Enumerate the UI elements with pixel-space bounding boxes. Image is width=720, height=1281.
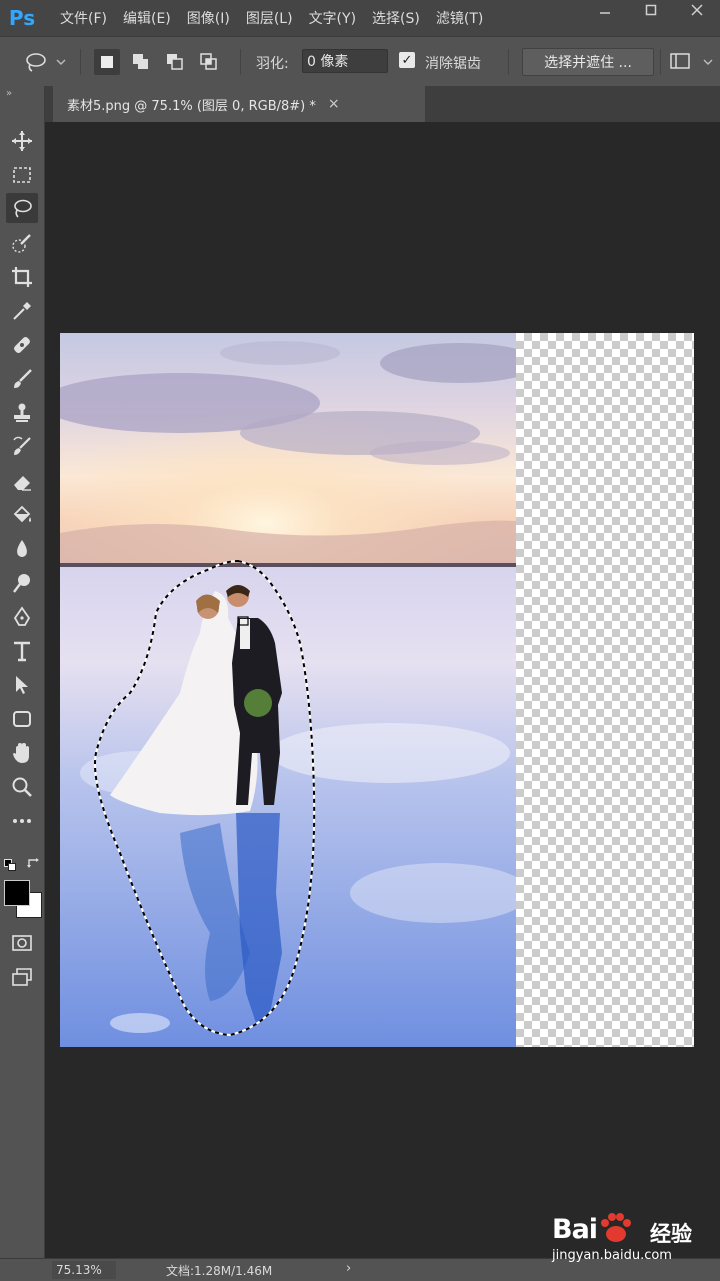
- dodge-tool-icon[interactable]: [6, 568, 38, 598]
- window-controls: [582, 0, 720, 20]
- lasso-cursor-icon: [237, 616, 249, 626]
- minimize-icon[interactable]: [582, 0, 628, 20]
- pen-tool-icon[interactable]: [6, 602, 38, 632]
- subtract-from-selection-button[interactable]: [162, 49, 188, 75]
- document-size-info: 文档:1.28M/1.46M: [166, 1264, 273, 1278]
- close-icon[interactable]: [674, 0, 720, 20]
- workspace-switcher[interactable]: [668, 51, 716, 77]
- menu-bar: Ps 文件(F) 编辑(E) 图像(I) 图层(L) 文字(Y) 选择(S) 滤…: [0, 0, 720, 36]
- paint-bucket-icon[interactable]: [6, 500, 38, 530]
- watermark-brand: Bai: [552, 1214, 598, 1245]
- separator: [80, 49, 81, 75]
- zoom-level-field[interactable]: 75.13%: [52, 1261, 116, 1279]
- type-tool-icon[interactable]: [6, 636, 38, 666]
- document-tab[interactable]: 素材5.png @ 75.1% (图层 0, RGB/8#) * ×: [53, 86, 425, 122]
- eyedropper-icon[interactable]: [6, 296, 38, 326]
- brush-tool-icon[interactable]: [6, 364, 38, 394]
- watermark-url: jingyan.baidu.com: [552, 1248, 672, 1263]
- menu-type[interactable]: 文字(Y): [309, 8, 356, 28]
- document-tab-bar: 素材5.png @ 75.1% (图层 0, RGB/8#) * ×: [45, 86, 720, 122]
- crop-tool-icon[interactable]: [6, 262, 38, 292]
- menu-image[interactable]: 图像(I): [187, 8, 230, 28]
- lasso-preset-icon: [26, 53, 66, 72]
- path-selection-icon[interactable]: [6, 670, 38, 700]
- photoshop-logo: Ps: [8, 6, 36, 30]
- healing-brush-icon[interactable]: [6, 330, 38, 360]
- more-tools-icon[interactable]: [6, 806, 38, 836]
- document-title: 素材5.png @ 75.1% (图层 0, RGB/8#) *: [67, 98, 316, 114]
- menu-edit[interactable]: 编辑(E): [123, 8, 171, 28]
- new-selection-button[interactable]: [94, 49, 120, 75]
- eraser-tool-icon[interactable]: [6, 466, 38, 496]
- panel-layout-icon: [670, 53, 713, 69]
- rectangle-tool-icon[interactable]: [6, 704, 38, 734]
- transparent-area: [516, 333, 694, 1047]
- feather-label: 羽化:: [256, 56, 289, 72]
- status-menu-arrow[interactable]: ›: [346, 1261, 351, 1276]
- rectangular-marquee-icon[interactable]: [6, 160, 38, 190]
- foreground-color-swatch[interactable]: [4, 880, 30, 906]
- tool-preset-picker[interactable]: [24, 51, 70, 77]
- antialias-label: 消除锯齿: [425, 56, 481, 72]
- default-colors-icon[interactable]: [4, 856, 16, 875]
- options-bar: 羽化: 0 像素 ✓ 消除锯齿 选择并遮住 ...: [0, 36, 720, 88]
- screen-mode-icon[interactable]: [6, 962, 38, 992]
- separator: [240, 49, 241, 75]
- move-tool-icon[interactable]: [6, 126, 38, 156]
- history-brush-icon[interactable]: [6, 432, 38, 462]
- blur-tool-icon[interactable]: [6, 534, 38, 564]
- swap-colors-icon[interactable]: [27, 856, 41, 875]
- separator: [508, 49, 509, 75]
- separator: [660, 49, 661, 75]
- baidu-paw-icon: [601, 1213, 631, 1242]
- intersect-selection-button[interactable]: [196, 49, 222, 75]
- baidu-jingyan-watermark: Bai 经验 jingyan.baidu.com: [552, 1212, 712, 1264]
- quick-mask-icon[interactable]: [6, 928, 38, 958]
- feather-input[interactable]: 0 像素: [302, 49, 388, 73]
- menu-layer[interactable]: 图层(L): [246, 8, 293, 28]
- lasso-tool-icon[interactable]: [6, 193, 38, 223]
- zoom-tool-icon[interactable]: [6, 772, 38, 802]
- hand-tool-icon[interactable]: [6, 738, 38, 768]
- tools-panel: »: [0, 86, 45, 1260]
- antialias-checkbox[interactable]: ✓: [399, 52, 415, 68]
- menu-filter[interactable]: 滤镜(T): [436, 8, 483, 28]
- quick-selection-icon[interactable]: [6, 228, 38, 258]
- menu-select[interactable]: 选择(S): [372, 8, 420, 28]
- menu-file[interactable]: 文件(F): [60, 8, 107, 28]
- close-tab-icon[interactable]: ×: [328, 96, 340, 112]
- collapse-panel-icon[interactable]: »: [6, 88, 12, 99]
- clone-stamp-icon[interactable]: [6, 398, 38, 428]
- lasso-selection-outline: [94, 559, 316, 1037]
- select-and-mask-button[interactable]: 选择并遮住 ...: [522, 48, 654, 76]
- restore-icon[interactable]: [628, 0, 674, 20]
- watermark-jingyan: 经验: [650, 1222, 692, 1246]
- add-to-selection-button[interactable]: [128, 49, 154, 75]
